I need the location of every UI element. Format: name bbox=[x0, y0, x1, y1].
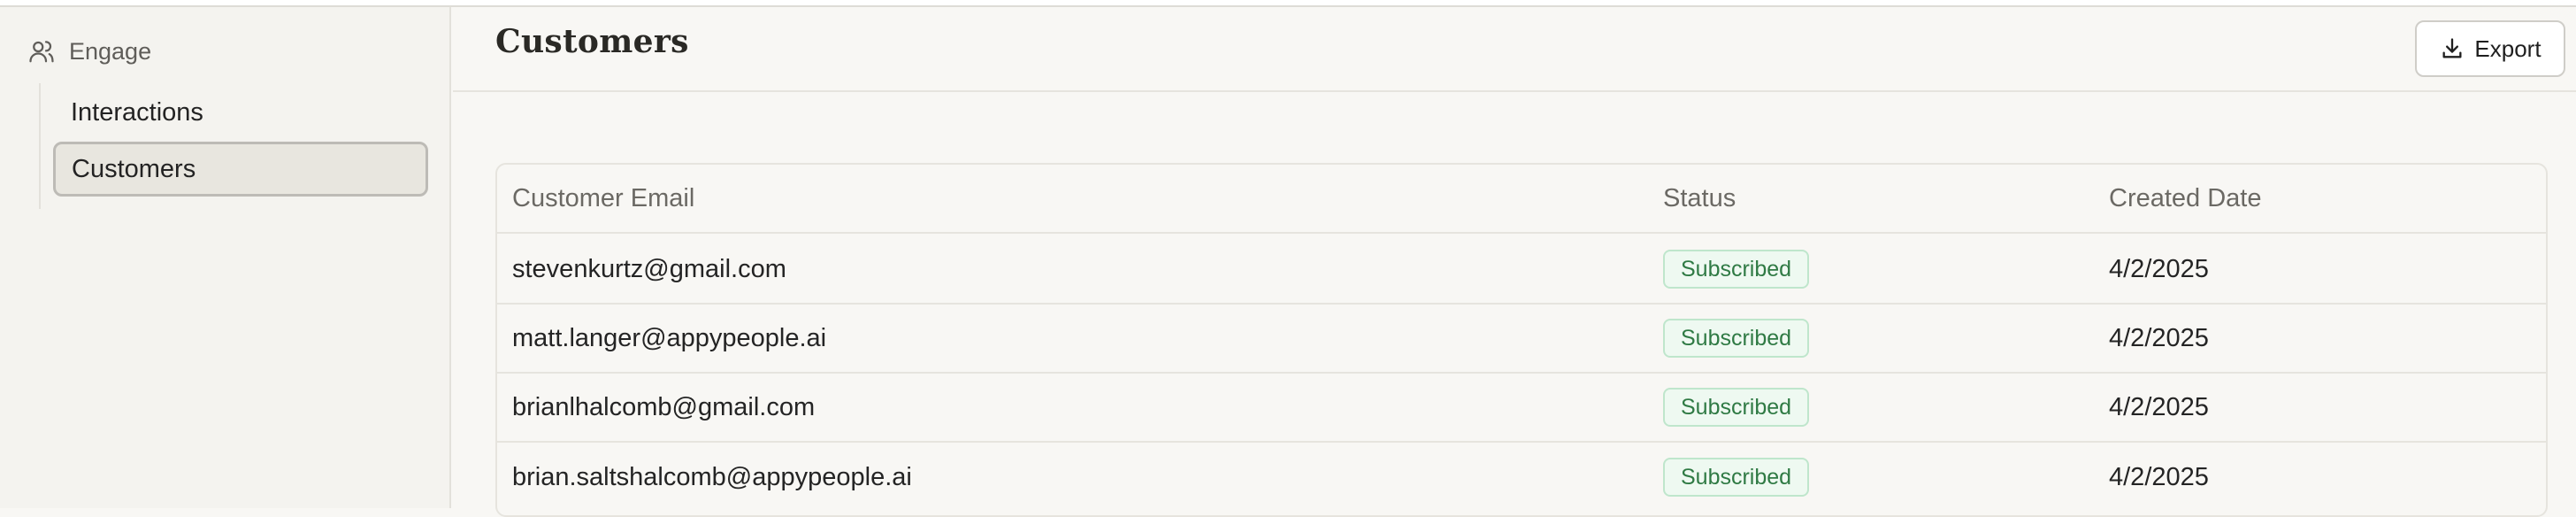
customer-email: brian.saltshalcomb@appypeople.ai bbox=[512, 462, 912, 491]
export-button[interactable]: Export bbox=[2415, 20, 2565, 77]
customers-table: Customer Email Status Created Date steve… bbox=[495, 163, 2548, 517]
status-cell: Subscribed bbox=[1663, 374, 1810, 441]
status-cell: Subscribed bbox=[1663, 235, 1810, 303]
status-cell: Subscribed bbox=[1663, 443, 1810, 512]
column-header-email[interactable]: Customer Email bbox=[512, 165, 694, 232]
created-date: 4/2/2025 bbox=[2109, 323, 2209, 352]
customer-email: brianlhalcomb@gmail.com bbox=[512, 392, 816, 421]
page-title: Customers bbox=[495, 23, 689, 60]
status-cell: Subscribed bbox=[1663, 305, 1810, 372]
column-header-status[interactable]: Status bbox=[1663, 165, 1736, 232]
column-header-created-date[interactable]: Created Date bbox=[2109, 165, 2262, 232]
created-date: 4/2/2025 bbox=[2109, 462, 2209, 491]
table-row[interactable]: stevenkurtz@gmail.com Subscribed 4/2/202… bbox=[497, 235, 2546, 305]
created-date: 4/2/2025 bbox=[2109, 392, 2209, 421]
export-button-label: Export bbox=[2474, 35, 2542, 62]
window-top-border bbox=[0, 0, 2576, 7]
sidebar-item-customers[interactable]: Customers bbox=[53, 142, 428, 197]
status-badge: Subscribed bbox=[1663, 458, 1810, 497]
sidebar-section-engage: Engage bbox=[27, 34, 151, 69]
sidebar-section-label: Engage bbox=[69, 37, 152, 65]
table-header-row: Customer Email Status Created Date bbox=[497, 165, 2546, 234]
page-header: Customers Export bbox=[453, 7, 2576, 92]
customer-email: matt.langer@appypeople.ai bbox=[512, 323, 827, 352]
status-badge: Subscribed bbox=[1663, 388, 1810, 427]
table-row[interactable]: matt.langer@appypeople.ai Subscribed 4/2… bbox=[497, 305, 2546, 374]
sidebar-nav-guide-line bbox=[39, 83, 41, 209]
download-icon bbox=[2439, 35, 2465, 62]
customer-email: stevenkurtz@gmail.com bbox=[512, 254, 786, 283]
status-badge: Subscribed bbox=[1663, 250, 1810, 289]
users-icon bbox=[27, 36, 57, 66]
sidebar: Engage Interactions Customers bbox=[0, 7, 451, 508]
table-row[interactable]: brianlhalcomb@gmail.com Subscribed 4/2/2… bbox=[497, 374, 2546, 443]
table-row[interactable]: brian.saltshalcomb@appypeople.ai Subscri… bbox=[497, 443, 2546, 512]
status-badge: Subscribed bbox=[1663, 319, 1810, 358]
sidebar-item-interactions[interactable]: Interactions bbox=[53, 85, 428, 140]
created-date: 4/2/2025 bbox=[2109, 254, 2209, 283]
